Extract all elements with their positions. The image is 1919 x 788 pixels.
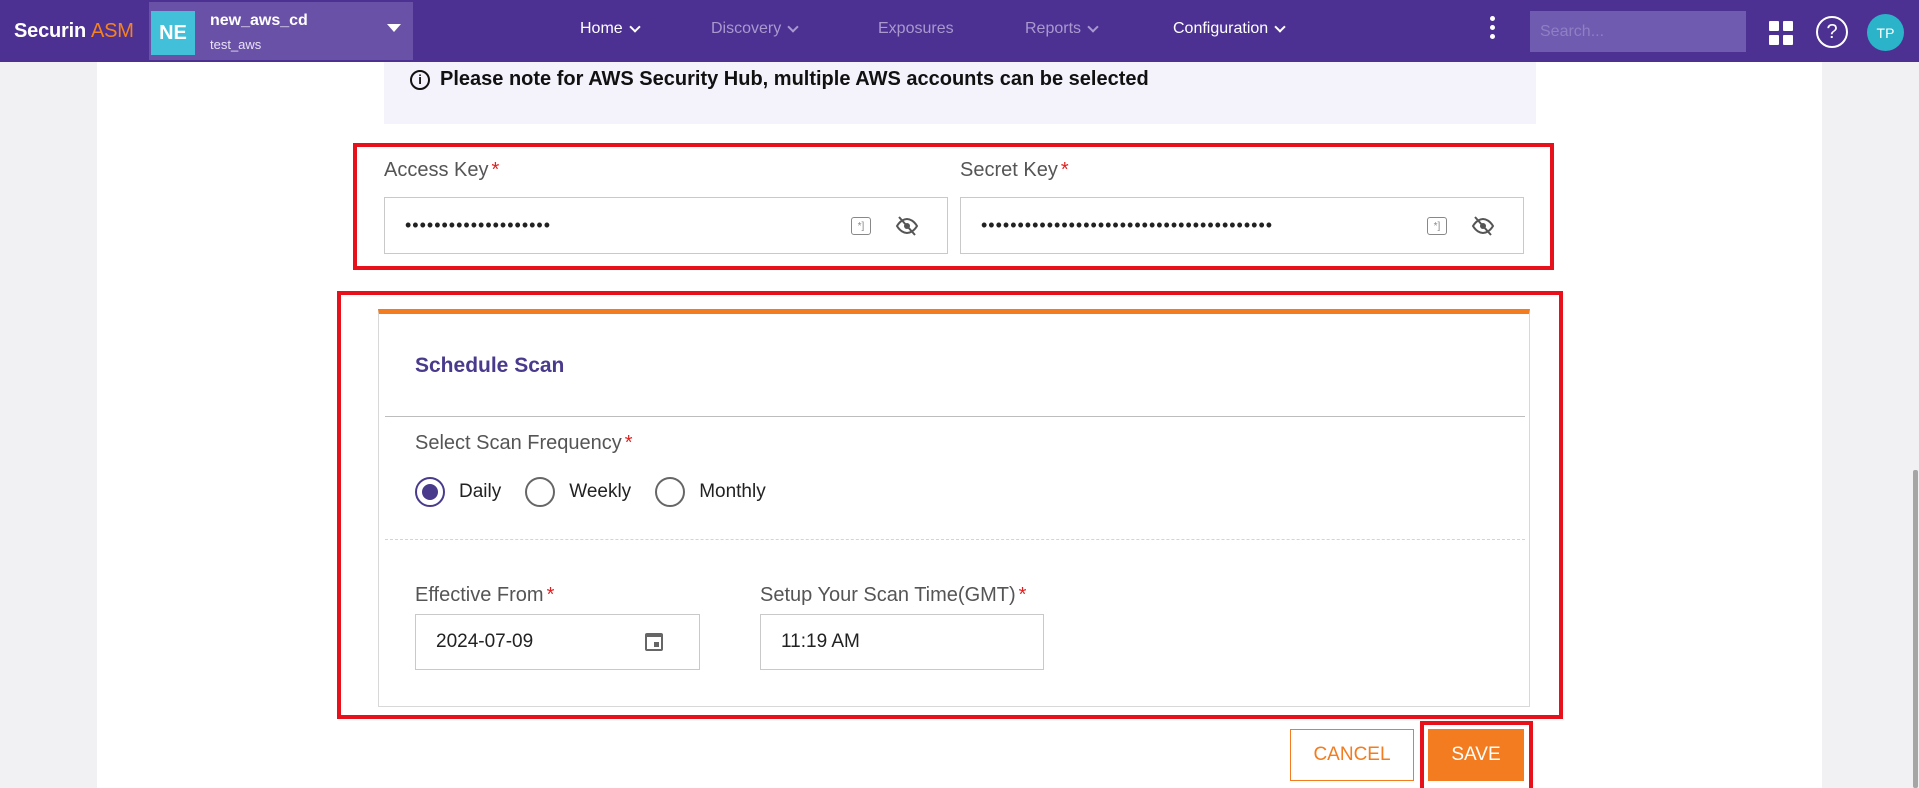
info-icon: i	[410, 69, 430, 90]
scan-frequency-label: Select Scan Frequency *	[415, 432, 633, 454]
caret-down-icon	[387, 24, 401, 32]
cancel-button[interactable]: CANCEL	[1290, 729, 1414, 781]
org-avatar: NE	[151, 11, 195, 55]
radio-unchecked-icon[interactable]	[655, 477, 686, 507]
info-note-text: Please note for AWS Security Hub, multip…	[440, 68, 1149, 90]
eye-off-icon[interactable]	[1471, 214, 1495, 238]
radio-weekly[interactable]: Weekly	[525, 477, 631, 507]
search-input[interactable]	[1530, 11, 1746, 52]
secret-key-field[interactable]: ••••••••••••••••••••••••••••••••••••••••…	[960, 197, 1524, 254]
scan-frequency-group: Daily Weekly Monthly	[415, 477, 790, 507]
top-nav-bar: Securin ASM NE new_aws_cd test_aws Home D…	[0, 0, 1919, 62]
chevron-down-icon	[1087, 21, 1099, 33]
calendar-icon[interactable]	[645, 633, 663, 651]
info-note-text-row: i Please note for AWS Security Hub, mult…	[410, 68, 1149, 91]
dotted-divider	[385, 539, 1525, 540]
eye-off-icon[interactable]	[895, 214, 919, 238]
access-key-field[interactable]: •••••••••••••••••••• *]	[384, 197, 948, 254]
save-button[interactable]: SAVE	[1428, 729, 1524, 781]
chevron-down-icon	[1274, 21, 1286, 33]
schedule-scan-title: Schedule Scan	[415, 354, 565, 377]
nav-configuration[interactable]: Configuration	[1173, 20, 1286, 38]
more-options-icon[interactable]	[1490, 16, 1495, 39]
chevron-down-icon	[629, 21, 641, 33]
radio-checked-icon[interactable]	[415, 477, 445, 507]
key-generator-icon[interactable]: *]	[851, 217, 871, 235]
nav-reports[interactable]: Reports	[1025, 20, 1099, 38]
radio-monthly[interactable]: Monthly	[655, 477, 766, 507]
chevron-down-icon	[787, 21, 799, 33]
scan-time-field[interactable]: 11:19 AM	[760, 614, 1044, 670]
divider	[385, 416, 1525, 417]
effective-from-label: Effective From *	[415, 584, 555, 606]
scrollbar[interactable]	[1913, 470, 1918, 788]
help-icon[interactable]: ?	[1816, 16, 1848, 48]
securin-logo[interactable]: Securin ASM	[14, 20, 134, 43]
org-name: new_aws_cd	[210, 12, 308, 29]
user-avatar[interactable]: TP	[1867, 14, 1904, 51]
apps-grid-icon[interactable]	[1769, 21, 1793, 45]
org-subtitle: test_aws	[210, 37, 262, 52]
nav-discovery[interactable]: Discovery	[711, 20, 799, 38]
scan-time-label: Setup Your Scan Time(GMT) *	[760, 584, 1027, 606]
org-switcher[interactable]: NE new_aws_cd test_aws	[149, 2, 413, 60]
key-generator-icon[interactable]: *]	[1427, 217, 1447, 235]
nav-home[interactable]: Home	[580, 20, 641, 38]
access-key-label: Access Key *	[384, 159, 500, 181]
radio-unchecked-icon[interactable]	[525, 477, 556, 507]
nav-exposures[interactable]: Exposures	[878, 20, 954, 38]
secret-key-label: Secret Key *	[960, 159, 1069, 181]
radio-daily[interactable]: Daily	[415, 477, 501, 507]
